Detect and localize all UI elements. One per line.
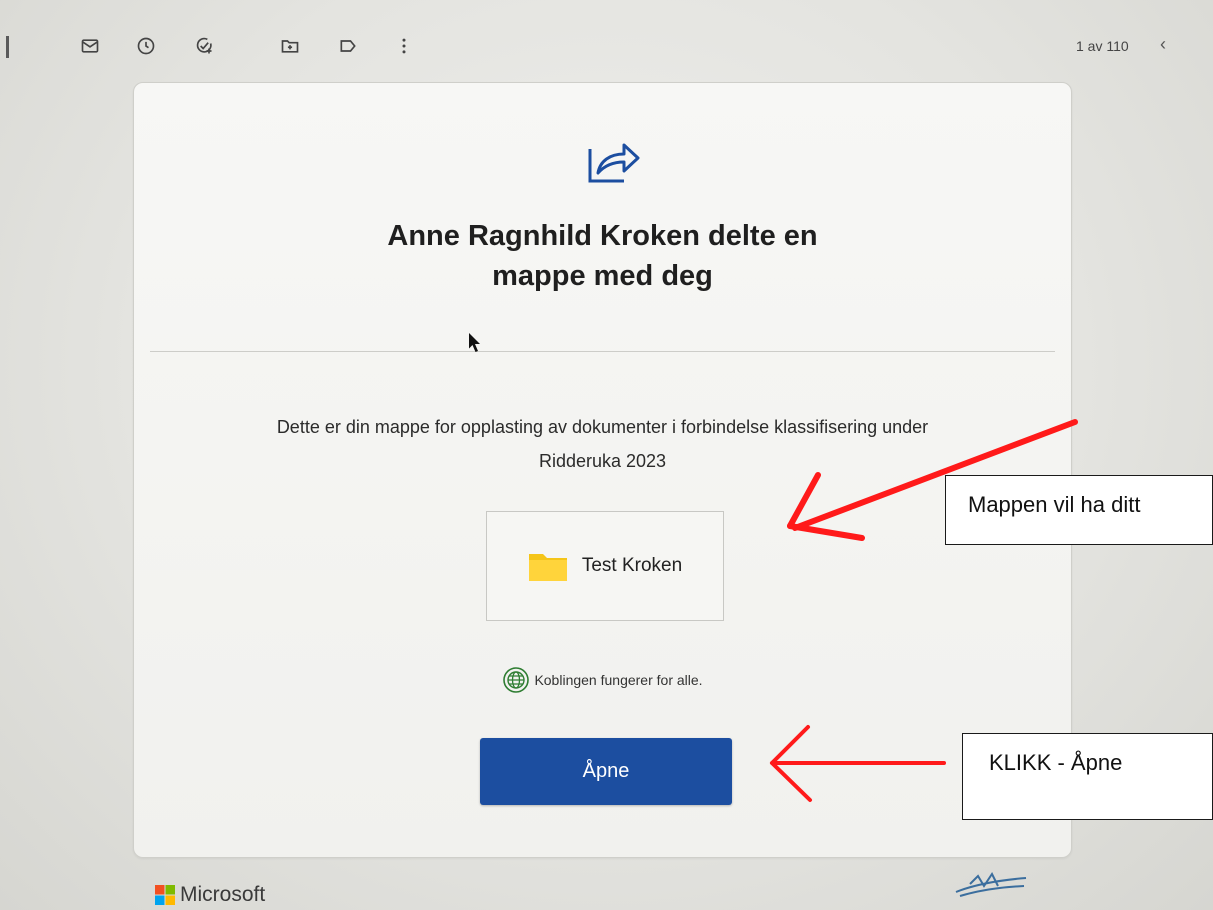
add-task-icon[interactable] — [192, 34, 216, 58]
pagination-count: 1 av 110 — [1076, 38, 1129, 54]
shared-folder-tile[interactable]: Test Kroken — [486, 511, 724, 621]
move-to-folder-icon[interactable] — [278, 34, 302, 58]
globe-icon — [503, 667, 530, 693]
microsoft-brand-text: Microsoft — [180, 883, 266, 906]
folder-name: Test Kroken — [581, 555, 683, 576]
email-message: Dette er din mappe for opplasting av dok… — [174, 410, 1031, 478]
email-message-line-1: Dette er din mappe for opplasting av dok… — [276, 417, 929, 437]
callout-open-note: KLIKK - Åpne — [962, 733, 1213, 820]
mouse-cursor-icon — [469, 333, 480, 352]
share-email-card: Anne Ragnhild Kroken delte en mappe med … — [133, 82, 1072, 858]
link-permission-note: Koblingen fungerer for alle. — [134, 666, 1071, 694]
email-title: Anne Ragnhild Kroken delte en mappe med … — [150, 216, 1055, 296]
email-toolbar: 1 av 110 ‹ — [0, 0, 1213, 92]
microsoft-logo-icon — [155, 885, 175, 905]
email-title-line-2: mappe med deg — [492, 260, 713, 292]
chevron-left-icon[interactable]: ‹ — [1160, 34, 1166, 55]
share-icon — [588, 143, 640, 183]
callout-folder-note: Mappen vil ha ditt — [945, 475, 1213, 545]
toolbar-edge-divider — [6, 36, 9, 58]
clock-icon[interactable] — [134, 34, 158, 58]
folder-icon — [528, 554, 567, 581]
sponsor-logo-icon — [955, 872, 1027, 897]
more-vert-icon[interactable] — [392, 34, 416, 58]
label-icon[interactable] — [336, 34, 360, 58]
email-title-line-1: Anne Ragnhild Kroken delte en — [387, 220, 818, 252]
email-message-line-2: Ridderuka 2023 — [538, 451, 667, 471]
link-note-text: Koblingen fungerer for alle. — [534, 672, 703, 688]
mail-icon[interactable] — [78, 34, 102, 58]
email-header-section: Anne Ragnhild Kroken delte en mappe med … — [150, 83, 1055, 352]
open-button[interactable]: Åpne — [480, 738, 732, 805]
